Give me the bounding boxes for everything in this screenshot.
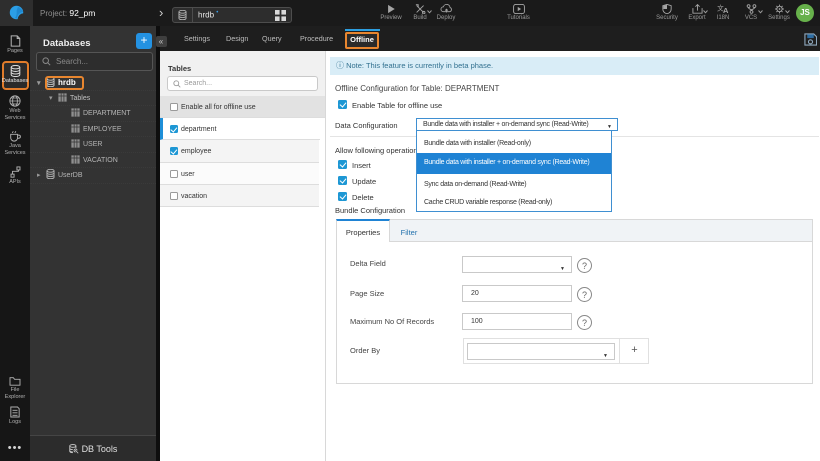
svg-text:A: A [723,6,729,14]
